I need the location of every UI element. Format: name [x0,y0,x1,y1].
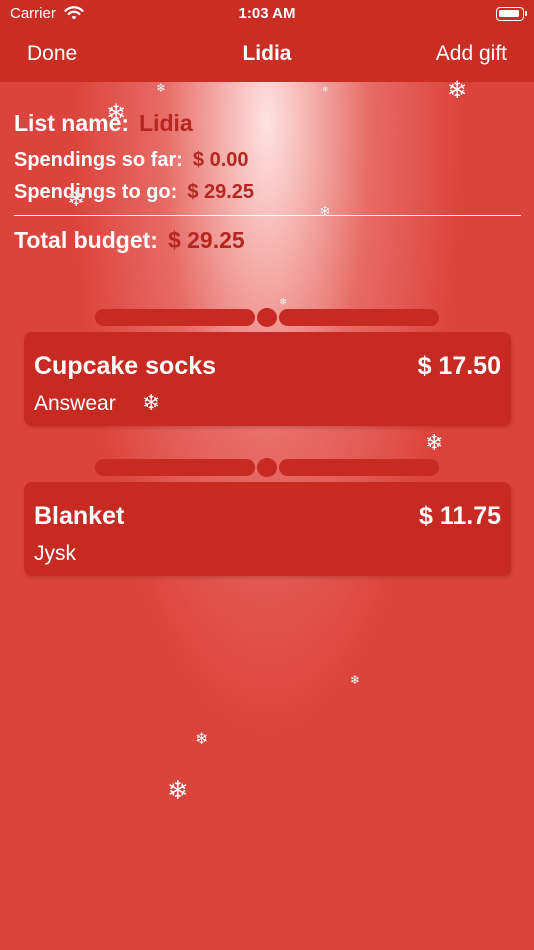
snowflake-icon: ❄ [106,100,127,127]
gift-price: $ 17.50 [417,352,501,380]
gift-name: Blanket [34,502,125,530]
ribbon-bar [95,309,255,326]
total-budget-row: Total budget: $ 29.25 [14,227,245,254]
ribbon-knot [257,458,277,477]
navigation-bar: Carrier 1:03 AM Done Lidia Add gift [0,0,534,82]
snowflake-icon: ❄ [195,731,209,748]
add-gift-button[interactable]: Add gift [436,42,507,66]
gift-store: Answear [34,392,116,415]
snowflake-icon: ❄ [279,297,288,308]
gift-store: Jysk [34,542,76,565]
battery-icon [496,7,527,21]
gift-card[interactable]: Blanket $ 11.75 Jysk [24,482,511,576]
spendings-to-go-label: Spendings to go: [14,181,178,203]
total-budget-label: Total budget: [14,227,158,253]
gift-ribbon [95,457,439,477]
snowflake-icon: ❄ [322,85,329,94]
spendings-so-far-row: Spendings so far: $ 0.00 [14,149,249,172]
spendings-to-go-value: $ 29.25 [187,181,255,203]
snowflake-icon: ❄ [156,81,167,95]
gift-card[interactable]: Cupcake socks $ 17.50 Answear [24,332,511,426]
spendings-so-far-value: $ 0.00 [192,149,249,171]
snowflake-icon: ❄ [447,77,468,104]
divider [14,215,521,216]
gift-name: Cupcake socks [34,352,217,380]
snowflake-icon: ❄ [67,186,86,211]
status-bar: Carrier 1:03 AM [0,0,534,28]
spendings-to-go-row: Spendings to go: $ 29.25 [14,181,254,204]
ribbon-knot [257,308,277,327]
snowflake-icon: ❄ [142,390,161,415]
snowflake-icon: ❄ [350,673,361,687]
ribbon-bar [95,459,255,476]
list-name-value: Lidia [139,110,193,136]
ribbon-bar [279,459,439,476]
clock: 1:03 AM [238,5,296,22]
snowflake-icon: ❄ [167,775,189,805]
snowflake-icon: ❄ [319,203,331,219]
screen: { "status_bar": { "carrier": "Carrier", … [0,0,534,950]
gift-ribbon [95,307,439,327]
spendings-so-far-label: Spendings so far: [14,149,183,171]
snowflake-icon: ❄ [425,430,444,455]
total-budget-value: $ 29.25 [167,227,245,253]
list-name-row: List name: Lidia [14,110,193,137]
gift-price: $ 11.75 [418,502,501,530]
ribbon-bar [279,309,439,326]
